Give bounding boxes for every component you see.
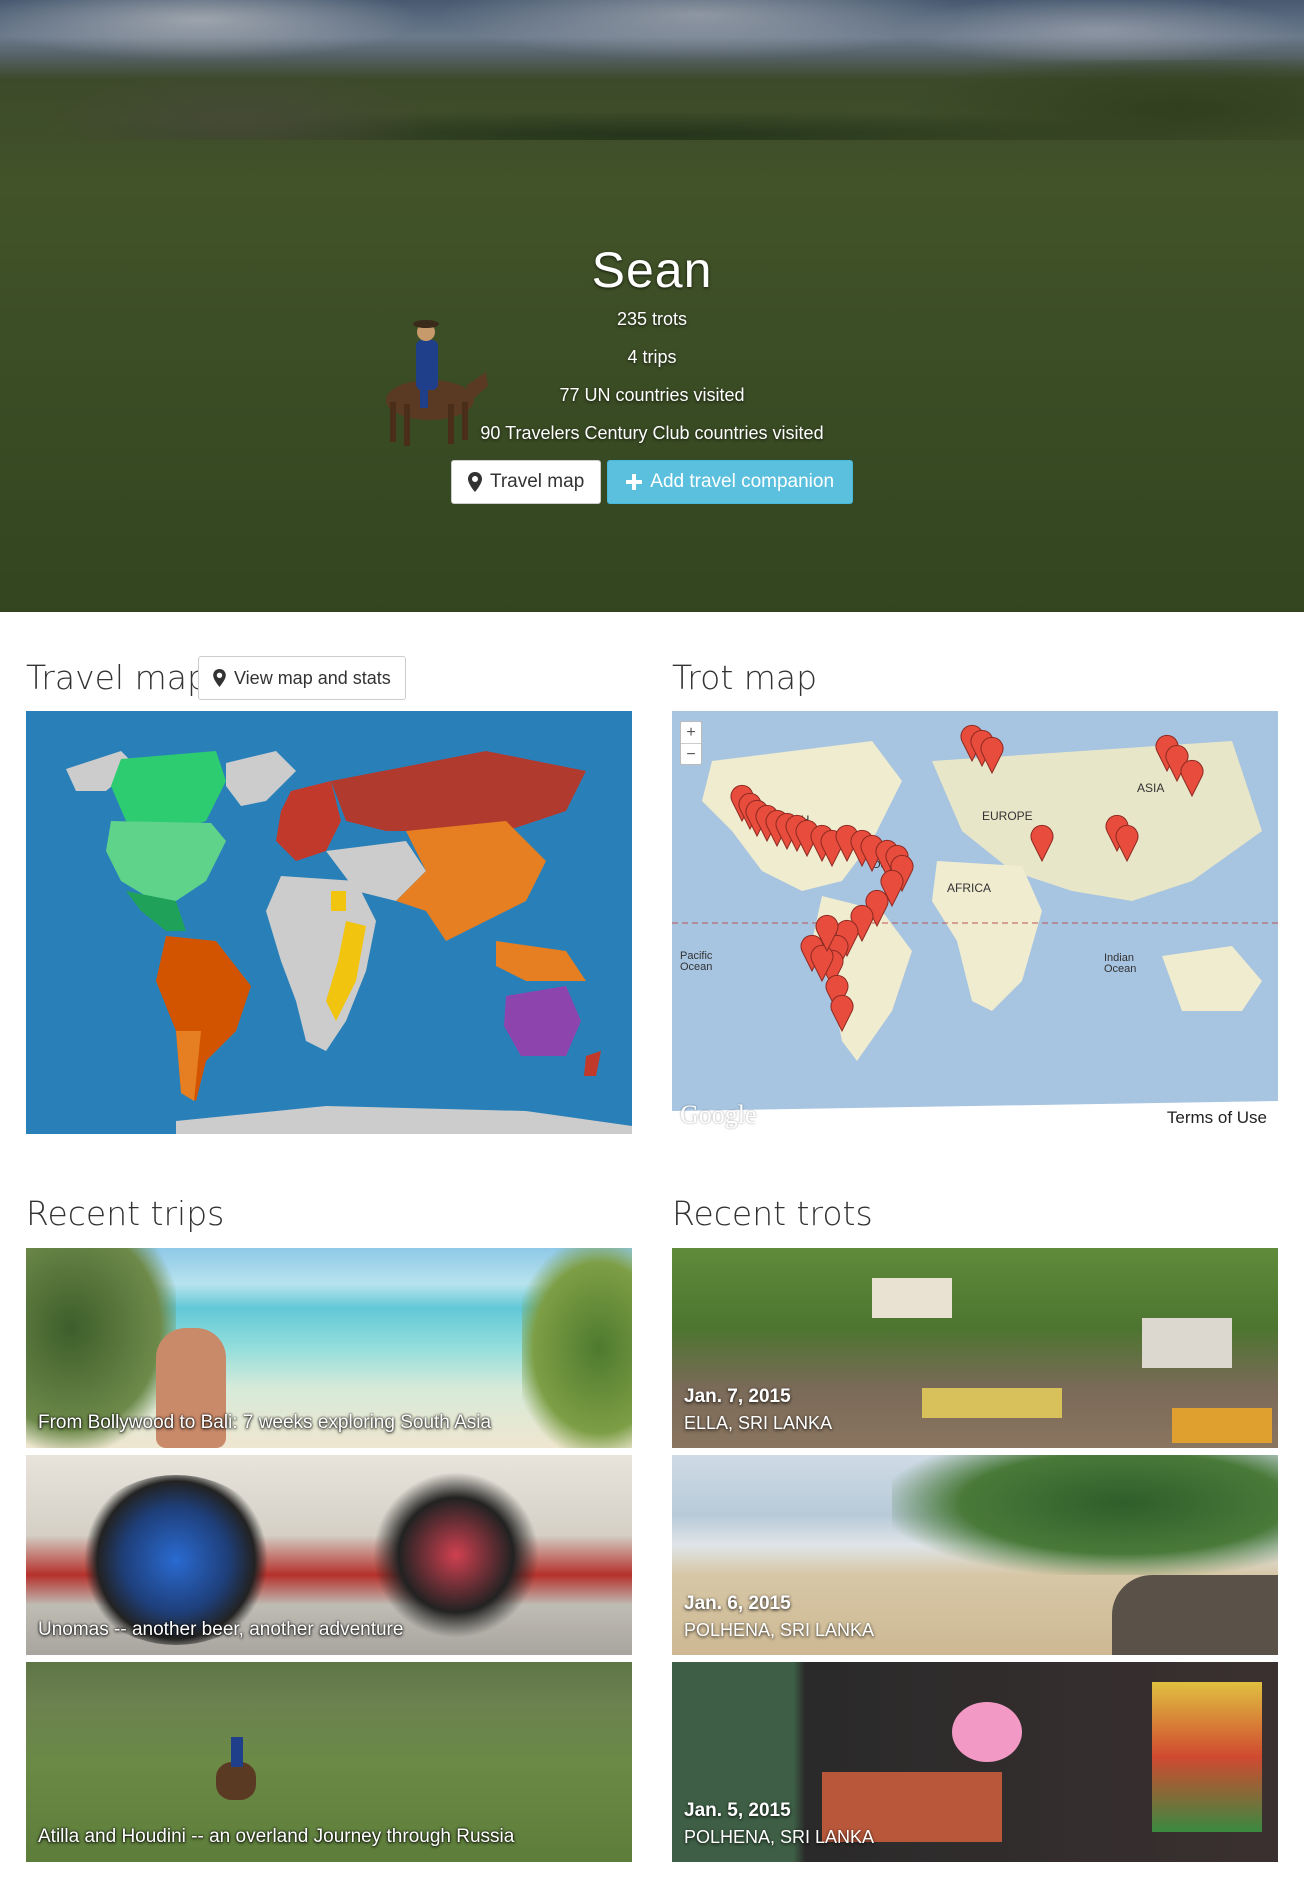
trip-card[interactable]: Unomas -- another beer, another adventur… <box>26 1455 632 1655</box>
trot-marker-icon[interactable] <box>1115 824 1139 863</box>
trot-marker-icon[interactable] <box>1180 759 1204 798</box>
google-logo: Google <box>680 1100 757 1129</box>
trip-card[interactable]: Atilla and Houdini -- an overland Journe… <box>26 1662 632 1862</box>
trot-marker-icon[interactable] <box>980 736 1004 775</box>
view-map-and-stats-label: View map and stats <box>234 667 391 688</box>
profile-hero: Sean 235 trots 4 trips 77 UN countries v… <box>0 0 1304 612</box>
trot-date: Jan. 5, 2015 <box>684 1800 791 1821</box>
profile-name: Sean <box>591 242 713 298</box>
tcc-countries-count: 90 Travelers Century Club countries visi… <box>480 423 824 443</box>
add-travel-companion-button[interactable]: Add travel companion <box>607 460 854 504</box>
visited-countries-map[interactable] <box>26 711 632 1134</box>
terms-of-use-link[interactable]: Terms of Use <box>1163 1108 1270 1128</box>
trot-markers <box>730 724 1204 1033</box>
trot-location: Polhena, Sri Lanka <box>684 1620 875 1640</box>
trot-location: Ella, Sri Lanka <box>684 1413 833 1433</box>
un-countries-count: 77 UN countries visited <box>559 385 745 405</box>
map-marker-icon <box>213 669 226 687</box>
trot-card[interactable]: Jan. 7, 2015 Ella, Sri Lanka <box>672 1248 1278 1448</box>
trip-card[interactable]: From Bollywood to Bali: 7 weeks explorin… <box>26 1248 632 1448</box>
view-map-and-stats-button[interactable]: View map and stats <box>198 656 406 700</box>
trots-count: 235 trots <box>616 309 688 329</box>
trot-map-heading: Trot map <box>672 658 818 697</box>
travel-map-button-label: Travel map <box>489 471 585 492</box>
travel-map-button[interactable]: Travel map <box>450 460 602 504</box>
trot-marker-icon[interactable] <box>1030 824 1054 863</box>
trot-card[interactable]: Jan. 6, 2015 Polhena, Sri Lanka <box>672 1455 1278 1655</box>
add-travel-companion-label: Add travel companion <box>650 471 835 492</box>
travel-map-heading: Travel map <box>26 658 208 697</box>
trot-date: Jan. 7, 2015 <box>684 1386 791 1407</box>
recent-trips-heading: Recent trips <box>26 1194 225 1233</box>
plus-icon <box>626 474 643 490</box>
trip-caption: From Bollywood to Bali: 7 weeks explorin… <box>38 1412 492 1433</box>
trips-count: 4 trips <box>627 347 677 367</box>
map-marker-icon <box>467 472 482 492</box>
recent-trots-heading: Recent trots <box>672 1194 873 1233</box>
trip-caption: Unomas -- another beer, another adventur… <box>38 1619 404 1640</box>
trot-card[interactable]: Jan. 5, 2015 Polhena, Sri Lanka <box>672 1662 1278 1862</box>
trot-date: Jan. 6, 2015 <box>684 1593 791 1614</box>
trip-caption: Atilla and Houdini -- an overland Journe… <box>38 1826 515 1847</box>
trot-marker-icon[interactable] <box>830 994 854 1033</box>
trot-location: Polhena, Sri Lanka <box>684 1827 875 1847</box>
world-map-graphic <box>66 751 632 1134</box>
trot-map[interactable]: + − NORTH EUROPE ASIA AFRICA Atlantic Oc… <box>672 711 1278 1134</box>
